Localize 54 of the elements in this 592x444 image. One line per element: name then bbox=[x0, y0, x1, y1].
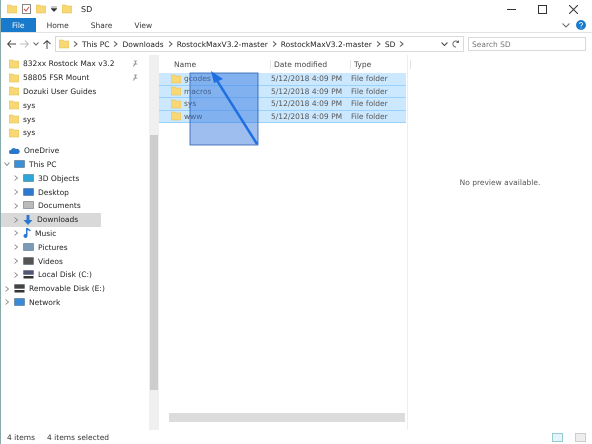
folder-icon bbox=[9, 86, 19, 96]
help-icon[interactable] bbox=[576, 20, 586, 30]
chevron-right-icon[interactable] bbox=[13, 272, 19, 278]
folder-icon bbox=[171, 111, 181, 122]
folder-icon bbox=[9, 58, 19, 69]
drive-icon bbox=[14, 284, 25, 294]
close-icon[interactable] bbox=[568, 4, 578, 14]
back-arrow-icon[interactable] bbox=[7, 40, 16, 48]
download-icon bbox=[23, 214, 33, 225]
chevron-right-icon[interactable] bbox=[13, 189, 19, 196]
horizontal-scrollbar[interactable] bbox=[169, 413, 405, 422]
chevron-right-icon[interactable] bbox=[13, 202, 19, 209]
chevron-right-icon[interactable] bbox=[13, 258, 19, 264]
folder-icon bbox=[171, 98, 181, 109]
folder-icon bbox=[59, 39, 69, 49]
chevron-right-icon[interactable] bbox=[376, 41, 381, 47]
folder-icon bbox=[36, 4, 46, 14]
chevron-down-icon[interactable] bbox=[441, 42, 448, 46]
chevron-right-icon[interactable] bbox=[399, 41, 404, 47]
chevron-down-icon[interactable] bbox=[4, 161, 10, 168]
chevron-right-icon[interactable] bbox=[4, 286, 10, 292]
thumbnail-view-button[interactable] bbox=[575, 432, 586, 442]
folder-icon bbox=[7, 4, 17, 14]
chevron-right-icon[interactable] bbox=[168, 41, 173, 47]
maximize-icon[interactable] bbox=[538, 4, 546, 14]
folder-icon bbox=[9, 128, 19, 138]
folder-icon bbox=[9, 114, 19, 124]
chevron-down-icon[interactable] bbox=[33, 42, 39, 46]
hard-drive-icon bbox=[23, 270, 34, 280]
chevron-right-icon[interactable] bbox=[13, 216, 19, 223]
chevron-right-icon[interactable] bbox=[4, 299, 10, 306]
folder-icon bbox=[9, 100, 19, 110]
folder-icon bbox=[9, 72, 19, 83]
chevron-right-icon[interactable] bbox=[13, 230, 19, 236]
pin-icon[interactable] bbox=[132, 74, 139, 82]
folder-icon bbox=[171, 74, 181, 84]
checklist-icon[interactable] bbox=[22, 4, 31, 14]
folder-icon bbox=[62, 4, 72, 14]
folder-icon bbox=[171, 86, 181, 96]
chevron-down-icon[interactable] bbox=[562, 22, 570, 28]
chevron-right-icon[interactable] bbox=[272, 41, 277, 47]
music-note-icon bbox=[23, 228, 31, 238]
scrollbar[interactable] bbox=[149, 55, 159, 430]
chevron-right-icon[interactable] bbox=[73, 41, 78, 47]
dropdown-icon[interactable] bbox=[51, 6, 57, 12]
window-title: SD bbox=[81, 4, 94, 14]
pin-icon[interactable] bbox=[132, 60, 139, 68]
chevron-right-icon[interactable] bbox=[13, 244, 19, 250]
up-arrow-icon[interactable] bbox=[43, 40, 51, 48]
minimize-icon[interactable] bbox=[506, 8, 516, 10]
chevron-right-icon[interactable] bbox=[113, 41, 118, 47]
cloud-icon bbox=[9, 146, 20, 155]
refresh-icon[interactable] bbox=[452, 40, 460, 48]
chevron-right-icon[interactable] bbox=[13, 175, 19, 182]
